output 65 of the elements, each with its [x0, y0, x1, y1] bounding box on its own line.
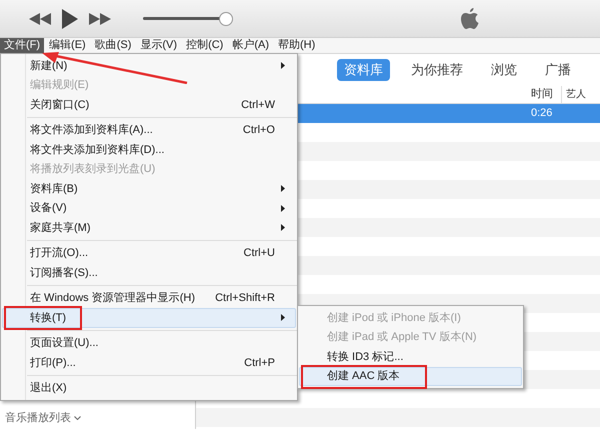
menu-item[interactable]: 家庭共享(M) [2, 218, 296, 238]
menu-item-label: 创建 iPod 或 iPhone 版本(I) [327, 310, 461, 326]
column-header[interactable]: 艺人 [562, 87, 600, 102]
menu-item[interactable]: 将文件添加到资料库(A)... Ctrl+O [2, 120, 296, 140]
column-header[interactable]: 时间 [529, 86, 562, 103]
menu-item[interactable]: 新建(N) [2, 56, 296, 76]
menu-bar-item[interactable]: 歌曲(S) [90, 38, 136, 53]
menu-item-label: 在 Windows 资源管理器中显示(H) [30, 291, 196, 306]
section-label: 音乐播放列表 [5, 410, 71, 426]
menu-item[interactable]: 在 Windows 资源管理器中显示(H) Ctrl+Shift+R [2, 288, 296, 308]
menu-item[interactable]: 订阅播客(S)... [2, 263, 296, 282]
menu-item[interactable]: 设备(V) [2, 198, 296, 218]
submenu-arrow-icon [281, 62, 285, 70]
menu-item-label: 创建 iPad 或 Apple TV 版本(N) [327, 330, 477, 345]
playlist-section-header[interactable]: 音乐播放列表 [5, 410, 195, 426]
nav-tab[interactable]: 浏览 [484, 59, 524, 81]
chevron-down-icon [74, 416, 81, 420]
fast-forward-icon[interactable] [89, 12, 111, 24]
menu-bar-item[interactable]: 显示(V) [136, 38, 182, 53]
menu-bar-item[interactable]: 文件(F) [0, 38, 44, 53]
submenu-arrow-icon [281, 185, 285, 192]
shortcut-label: Ctrl+Shift+R [215, 291, 276, 306]
menu-item[interactable]: 创建 AAC 版本 [299, 366, 522, 386]
menu-item-label: 将文件添加到资料库(A)... [30, 122, 153, 138]
submenu-arrow-icon [281, 314, 285, 322]
menu-bar-item[interactable]: 帐户(A) [228, 38, 274, 53]
volume-thumb[interactable] [219, 12, 233, 26]
menu-bar-item[interactable]: 控制(C) [182, 38, 228, 53]
menu-item-label: 家庭共享(M) [30, 220, 90, 236]
shortcut-label: Ctrl+O [242, 123, 276, 138]
apple-logo-icon [460, 8, 478, 30]
menu-bar-item[interactable]: 编辑(E) [45, 38, 90, 53]
menu-item[interactable]: 转换(T) [2, 308, 296, 328]
menu-item-label: 打开流(O)... [30, 246, 88, 261]
play-icon[interactable] [62, 8, 78, 28]
shortcut-label: Ctrl+P [244, 356, 276, 370]
menu-item[interactable]: 页面设置(U)... [2, 334, 296, 353]
nav-tab[interactable]: 广播 [538, 59, 578, 81]
menu-item[interactable]: 将文件夹添加到资料库(D)... [2, 140, 296, 160]
menu-item-label: 转换 ID3 标记... [327, 350, 404, 364]
menu-item-label: 关闭窗口(C) [30, 98, 90, 112]
menu-item[interactable]: 打开流(O)... Ctrl+U [2, 244, 296, 263]
menu-item-label: 创建 AAC 版本 [327, 369, 400, 384]
menu-item-label: 转换(T) [30, 310, 66, 326]
menu-bar-item[interactable]: 帮助(H) [274, 38, 320, 53]
menu-item-label: 订阅播客(S)... [30, 266, 98, 280]
menu-item-label: 将播放列表刻录到光盘(U) [30, 162, 156, 177]
shortcut-label: Ctrl+U [244, 246, 276, 261]
menu-item-label: 将文件夹添加到资料库(D)... [30, 142, 164, 158]
rewind-icon[interactable] [29, 12, 51, 24]
menu-item-label: 打印(P)... [30, 356, 76, 370]
menu-item-label: 资料库(B) [30, 182, 78, 196]
menu-item-label: 新建(N) [30, 58, 68, 74]
menu-item[interactable]: 退出(X) [2, 378, 296, 398]
submenu-arrow-icon [281, 224, 285, 232]
nav-tab[interactable]: 为你推荐 [404, 59, 470, 81]
menu-item-label: 设备(V) [30, 201, 67, 216]
time-cell-text: 0:26 [530, 106, 554, 122]
menu-item-label: 编辑规则(E) [30, 78, 89, 93]
menu-item[interactable]: 资料库(B) [2, 179, 296, 198]
submenu-arrow-icon [281, 204, 285, 212]
menu-item-label: 退出(X) [30, 381, 67, 396]
menu-item[interactable]: 打印(P)... Ctrl+P [2, 353, 296, 372]
menu-item[interactable]: 转换 ID3 标记... [299, 347, 522, 366]
menu-item-label: 页面设置(U)... [30, 336, 98, 351]
